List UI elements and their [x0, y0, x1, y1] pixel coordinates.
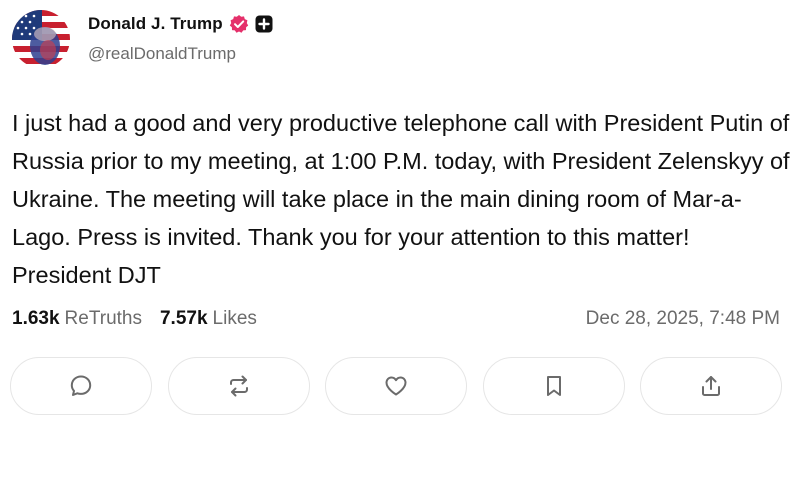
repost-arrows-icon	[229, 375, 248, 397]
avatar[interactable]	[12, 10, 70, 68]
post-stats: 1.63k ReTruths 7.57k Likes	[12, 308, 275, 330]
bookmark-button[interactable]	[482, 357, 625, 415]
share-upload-icon	[702, 376, 720, 396]
heart-icon	[385, 376, 407, 396]
retruths-label: ReTruths	[64, 308, 142, 329]
retruths-stat[interactable]: 1.63k ReTruths	[12, 308, 142, 330]
share-button[interactable]	[640, 357, 782, 415]
likes-count: 7.57k	[159, 308, 208, 329]
post-text: I just had a good and very productive te…	[12, 110, 790, 288]
likes-label: Likes	[212, 308, 257, 329]
avatar-flag-portrait-icon	[12, 10, 70, 68]
post-timestamp[interactable]: Dec 28, 2025, 7:48 PM	[586, 308, 780, 330]
plus-square-icon	[255, 15, 273, 33]
comment-bubble-icon	[70, 375, 92, 396]
author-display-name[interactable]: Donald J. Trump	[88, 14, 223, 34]
reply-button[interactable]	[10, 357, 152, 415]
verified-badge-icon	[229, 14, 249, 34]
likes-stat[interactable]: 7.57k Likes	[160, 308, 257, 330]
post-actions	[10, 357, 782, 417]
retruths-count: 1.63k	[12, 308, 60, 329]
post-card: Donald J. Trump @realDonaldTrump I just …	[0, 0, 802, 483]
bookmark-icon	[546, 376, 561, 396]
retruth-button[interactable]	[167, 357, 310, 415]
author-handle[interactable]: @realDonaldTrump	[88, 44, 236, 64]
author-name-row: Donald J. Trump	[88, 12, 273, 36]
like-button[interactable]	[325, 357, 467, 415]
